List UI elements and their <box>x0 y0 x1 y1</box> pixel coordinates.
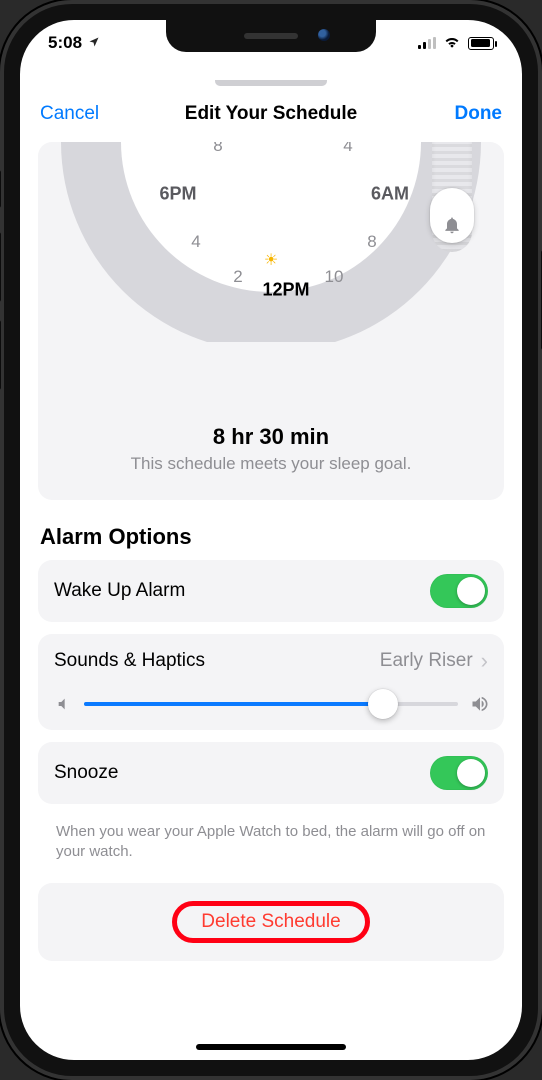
dial-hour-12pm: 12PM <box>262 280 309 301</box>
sounds-haptics-value: Early Riser <box>380 650 473 672</box>
wake-up-alarm-row: Wake Up Alarm <box>38 560 504 622</box>
delete-schedule-row: Delete Schedule <box>38 883 504 961</box>
status-time: 5:08 <box>48 33 82 53</box>
page-title: Edit Your Schedule <box>185 103 357 125</box>
battery-icon <box>468 37 494 50</box>
device-notch <box>166 20 376 52</box>
alarm-footer-note: When you wear your Apple Watch to bed, t… <box>38 816 504 863</box>
schedule-dial-card: 8 4 6PM 6AM 4 8 2 10 12PM ☀︎ 8 hr 30 min… <box>38 142 504 500</box>
dial-hour-4: 4 <box>343 142 352 156</box>
snooze-row: Snooze <box>38 742 504 804</box>
cellular-icon <box>418 37 436 49</box>
sheet-grabber <box>20 66 522 86</box>
dial-hour-8: 8 <box>213 142 222 156</box>
sounds-haptics-label: Sounds & Haptics <box>54 650 205 672</box>
dial-hour-4b: 4 <box>191 232 200 252</box>
schedule-dial[interactable]: 8 4 6PM 6AM 4 8 2 10 12PM ☀︎ <box>38 142 504 342</box>
location-icon <box>88 36 100 51</box>
dial-hour-6pm: 6PM <box>159 184 196 205</box>
wake-up-alarm-toggle[interactable] <box>430 574 488 608</box>
sleep-goal-caption: This schedule meets your sleep goal. <box>54 454 488 474</box>
delete-schedule-button[interactable]: Delete Schedule <box>195 911 346 932</box>
alarm-volume-slider[interactable] <box>38 686 504 730</box>
snooze-toggle[interactable] <box>430 756 488 790</box>
snooze-label: Snooze <box>54 762 118 784</box>
sleep-duration: 8 hr 30 min <box>54 424 488 450</box>
dial-hour-10: 10 <box>325 267 344 287</box>
done-button[interactable]: Done <box>439 97 519 131</box>
dial-hour-2: 2 <box>233 267 242 287</box>
dial-hour-8b: 8 <box>367 232 376 252</box>
volume-high-icon <box>470 694 490 714</box>
sheet-header: Cancel Edit Your Schedule Done <box>20 86 522 142</box>
volume-low-icon <box>52 694 72 714</box>
bell-icon <box>442 215 462 235</box>
chevron-right-icon: › <box>481 648 488 674</box>
sun-icon: ☀︎ <box>264 250 278 270</box>
wake-up-alarm-label: Wake Up Alarm <box>54 580 185 602</box>
sounds-haptics-row[interactable]: Sounds & Haptics Early Riser › <box>38 634 504 686</box>
wifi-icon <box>443 33 461 53</box>
alarm-options-heading: Alarm Options <box>40 524 502 550</box>
cancel-button[interactable]: Cancel <box>24 97 115 131</box>
dial-hour-6am: 6AM <box>371 184 409 205</box>
home-indicator[interactable] <box>196 1044 346 1050</box>
wake-handle[interactable] <box>430 188 474 243</box>
